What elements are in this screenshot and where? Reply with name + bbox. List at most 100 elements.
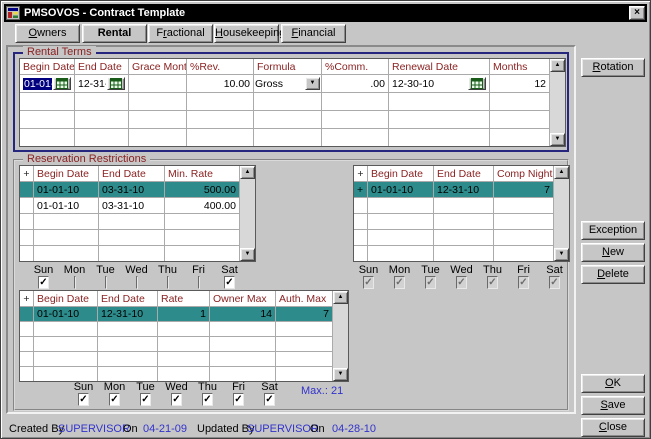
scroll-down-icon[interactable]: ▼ bbox=[240, 248, 255, 261]
checkbox-fri[interactable] bbox=[198, 276, 200, 289]
tab-housekeeping[interactable]: Housekeeping bbox=[214, 24, 279, 43]
checkbox-sat[interactable]: ✓ bbox=[264, 393, 274, 406]
calendar-icon[interactable] bbox=[53, 77, 71, 90]
end-date-value[interactable]: 12-31-10 bbox=[78, 78, 106, 90]
owner-empty-row[interactable] bbox=[20, 322, 332, 337]
checkbox-wed[interactable]: ✓ bbox=[171, 393, 181, 406]
owner-empty-row[interactable] bbox=[20, 367, 332, 382]
checkbox-mon[interactable]: ✓ bbox=[109, 393, 119, 406]
scroll-down-icon[interactable]: ▼ bbox=[333, 368, 348, 381]
checkbox-thu[interactable] bbox=[167, 276, 169, 289]
created-by-value: SUPERVISOR bbox=[58, 423, 130, 435]
tab-owners[interactable]: Owners bbox=[15, 24, 80, 43]
min-rate-empty-row[interactable] bbox=[20, 230, 239, 246]
checkbox-sun[interactable]: ✓ bbox=[78, 393, 88, 406]
scroll-up-icon[interactable]: ▲ bbox=[554, 166, 569, 179]
months-cell[interactable]: 12 bbox=[490, 75, 550, 93]
created-by-label: Created By bbox=[9, 423, 64, 435]
close-button[interactable]: Close bbox=[581, 418, 645, 437]
min-rate-grid-header: + Begin Date End Date Min. Rate bbox=[20, 166, 239, 182]
grace-months-cell[interactable] bbox=[129, 75, 187, 93]
updated-on-label: On bbox=[310, 423, 325, 435]
formula-value: Gross bbox=[255, 78, 305, 90]
new-button[interactable]: New bbox=[581, 243, 645, 262]
comp-empty-row[interactable] bbox=[354, 246, 553, 262]
col-end-date: End Date bbox=[99, 166, 165, 182]
reservation-restrictions-group-label: Reservation Restrictions bbox=[23, 153, 150, 165]
comp-empty-row[interactable] bbox=[354, 214, 553, 230]
checkbox-sun[interactable]: ✓ bbox=[38, 276, 48, 289]
checkbox-sat[interactable]: ✓ bbox=[224, 276, 234, 289]
rental-grid-empty-row[interactable] bbox=[20, 93, 549, 111]
owner-row-selected[interactable]: 01-01-10 12-31-10 1 14 7 bbox=[20, 307, 332, 322]
tab-fractional[interactable]: Fractional bbox=[148, 24, 213, 43]
comp-empty-row[interactable] bbox=[354, 230, 553, 246]
checkbox-fri[interactable]: ✓ bbox=[233, 393, 243, 406]
comp-row-selected[interactable]: + 01-01-10 12-31-10 7 bbox=[354, 182, 553, 198]
col-end-date: End Date bbox=[75, 59, 129, 75]
day-label: Sat bbox=[254, 381, 285, 393]
comp-grid-scrollbar[interactable]: ▲ ▼ bbox=[553, 166, 569, 261]
pct-rev-cell[interactable]: 10.00 bbox=[187, 75, 254, 93]
rental-grid-empty-row[interactable] bbox=[20, 111, 549, 129]
min-rate-grid: + Begin Date End Date Min. Rate 01-01-10… bbox=[19, 165, 256, 262]
ok-button[interactable]: OK bbox=[581, 374, 645, 393]
owner-empty-row[interactable] bbox=[20, 352, 332, 367]
close-icon[interactable]: × bbox=[629, 6, 645, 20]
checkbox-mon[interactable] bbox=[74, 276, 76, 289]
rental-terms-grid: Begin Date End Date Grace Months %Rev. F… bbox=[19, 58, 566, 147]
comp-day-checkboxes: Sun✓ Mon✓ Tue✓ Wed✓ Thu✓ Fri✓ Sat✓ bbox=[353, 264, 570, 288]
tab-financial[interactable]: Financial bbox=[281, 24, 346, 43]
begin-date-cell[interactable]: 01-01-10 bbox=[20, 75, 75, 93]
day-label: Fri bbox=[183, 264, 214, 276]
scroll-up-icon[interactable]: ▲ bbox=[333, 291, 348, 304]
renewal-date-value[interactable]: 12-30-10 bbox=[392, 78, 467, 90]
checkbox-tue[interactable]: ✓ bbox=[140, 393, 150, 406]
day-label: Mon bbox=[384, 264, 415, 276]
scroll-down-icon[interactable]: ▼ bbox=[554, 248, 569, 261]
window-title: PMSOVOS - Contract Template bbox=[24, 7, 629, 19]
updated-by-value: SUPERVISOR bbox=[247, 423, 319, 435]
day-label: Thu bbox=[477, 264, 508, 276]
checkbox-thu-disabled: ✓ bbox=[487, 276, 497, 289]
scroll-down-icon[interactable]: ▼ bbox=[550, 133, 565, 146]
calendar-icon[interactable] bbox=[468, 77, 486, 90]
scroll-up-icon[interactable]: ▲ bbox=[240, 166, 255, 179]
end-date-cell[interactable]: 12-31-10 bbox=[75, 75, 129, 93]
pct-comm-cell[interactable]: .00 bbox=[322, 75, 389, 93]
save-button[interactable]: Save bbox=[581, 396, 645, 415]
created-date-value: 04-21-09 bbox=[143, 423, 187, 435]
scroll-up-icon[interactable]: ▲ bbox=[550, 59, 565, 72]
min-rate-grid-scrollbar[interactable]: ▲ ▼ bbox=[239, 166, 255, 261]
owner-max-grid: + Begin Date End Date Rate Owner Max Aut… bbox=[19, 290, 349, 382]
chevron-down-icon[interactable]: ▼ bbox=[305, 77, 320, 90]
max-nights-label: Max.: 21 bbox=[301, 385, 343, 397]
tab-rental[interactable]: Rental bbox=[82, 24, 147, 43]
min-rate-row-selected[interactable]: 01-01-10 03-31-10 500.00 bbox=[20, 182, 239, 198]
formula-dropdown[interactable]: Gross ▼ bbox=[255, 77, 320, 91]
checkbox-wed[interactable] bbox=[136, 276, 138, 289]
min-rate-empty-row[interactable] bbox=[20, 214, 239, 230]
min-rate-row[interactable]: 01-01-10 03-31-10 400.00 bbox=[20, 198, 239, 214]
checkbox-thu[interactable]: ✓ bbox=[202, 393, 212, 406]
checkbox-tue[interactable] bbox=[105, 276, 107, 289]
rental-grid-row[interactable]: 01-01-10 12-31-10 10.00 Gross ▼ bbox=[20, 75, 549, 93]
calendar-icon[interactable] bbox=[107, 77, 125, 90]
day-label: Tue bbox=[415, 264, 446, 276]
exception-button[interactable]: Exception bbox=[581, 221, 645, 240]
rental-grid-scrollbar[interactable]: ▲ ▼ bbox=[549, 59, 565, 146]
day-label: Fri bbox=[223, 381, 254, 393]
owner-grid-scrollbar[interactable]: ▲ ▼ bbox=[332, 291, 348, 381]
owner-grid-header: + Begin Date End Date Rate Owner Max Aut… bbox=[20, 291, 332, 307]
rental-grid-empty-row[interactable] bbox=[20, 129, 549, 147]
day-label: Mon bbox=[59, 264, 90, 276]
day-label: Wed bbox=[121, 264, 152, 276]
min-rate-empty-row[interactable] bbox=[20, 246, 239, 262]
day-label: Wed bbox=[161, 381, 192, 393]
delete-button[interactable]: Delete bbox=[581, 265, 645, 284]
renewal-date-cell[interactable]: 12-30-10 bbox=[389, 75, 490, 93]
begin-date-value[interactable]: 01-01-10 bbox=[23, 78, 52, 90]
comp-empty-row[interactable] bbox=[354, 198, 553, 214]
rotation-button[interactable]: Rotation bbox=[581, 58, 645, 77]
owner-empty-row[interactable] bbox=[20, 337, 332, 352]
